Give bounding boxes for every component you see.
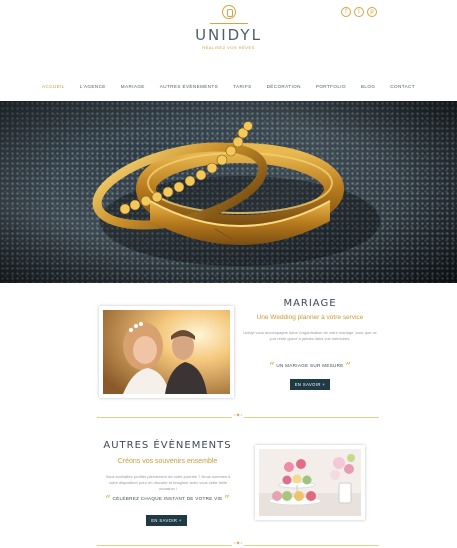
mariage-quote: “ Un mariage sur mesure ” (240, 360, 380, 373)
nav-item-accueil[interactable]: Accueil (42, 84, 65, 89)
events-quote: “ Célébrez chaque instant de votre vie ” (85, 493, 250, 506)
events-description: Vous souhaitez profiter pleinement de vo… (105, 474, 231, 491)
nav-item-mariage[interactable]: Mariage (121, 84, 145, 89)
mariage-title: Mariage (283, 298, 337, 309)
nav-item-portfolio[interactable]: Portfolio (316, 84, 346, 89)
nav-item-decoration[interactable]: Décoration (267, 84, 301, 89)
divider-ornament-icon (232, 412, 244, 420)
quote-close-icon: ” (345, 360, 352, 373)
nav-item-autres-evenements[interactable]: Autres évènements (160, 84, 218, 89)
quote-open-icon: “ (105, 493, 111, 506)
nav-item-contact[interactable]: Contact (390, 84, 415, 89)
nav-item-agence[interactable]: L'agence (80, 84, 106, 89)
mariage-subtitle: Une Wedding planner à votre service (256, 314, 364, 321)
events-quote-text: Célébrez chaque instant de votre vie (112, 496, 223, 501)
nav-item-tarifs[interactable]: Tarifs (233, 84, 251, 89)
mariage-quote-text: Un mariage sur mesure (276, 363, 344, 368)
logo-emblem-icon (221, 5, 236, 19)
hero-banner (0, 101, 457, 283)
divider-ornament-bottom-icon (232, 540, 244, 548)
nav-item-blog[interactable]: Blog (361, 84, 375, 89)
brand-tagline: RÉALISEZ VOS RÊVES (202, 45, 255, 50)
party-cakes-photo (255, 445, 365, 520)
brand-name: UNIDYL (195, 26, 262, 44)
mariage-description: Unidyl vous accompagne dans l'organisati… (243, 330, 377, 341)
quote-close-icon: ” (224, 493, 230, 506)
events-learn-more-button[interactable]: En savoir + (146, 515, 187, 526)
events-title: Autres évènements (103, 440, 232, 451)
site-logo[interactable]: UNIDYL RÉALISEZ VOS RÊVES (0, 5, 457, 50)
mariage-learn-more-button[interactable]: En savoir + (290, 379, 330, 390)
cupcakes-image (259, 449, 361, 516)
wedding-couple-photo (99, 306, 234, 398)
wedding-rings-image (0, 101, 457, 283)
logo-divider (209, 23, 248, 24)
quote-open-icon: “ (268, 360, 275, 373)
events-subtitle: Créons vos souvenirs ensemble (117, 458, 218, 465)
main-nav: Accueil L'agence Mariage Autres évènemen… (0, 84, 457, 89)
wedding-couple-image (103, 310, 230, 394)
